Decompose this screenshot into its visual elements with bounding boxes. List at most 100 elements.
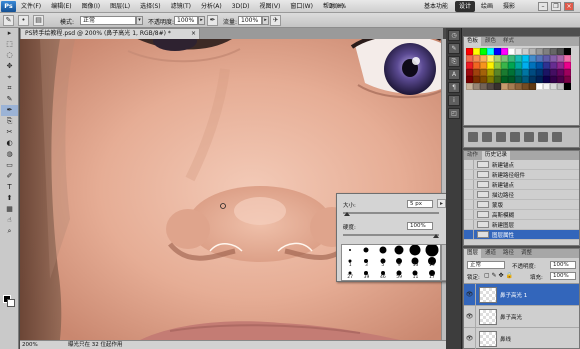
chevron-down-icon[interactable]: ▾ xyxy=(136,16,143,25)
brush-hardness-slider-handle[interactable] xyxy=(433,234,439,238)
brush-preset[interactable]: 59 xyxy=(391,268,407,280)
color-swatch[interactable] xyxy=(487,76,494,83)
color-swatch[interactable] xyxy=(515,83,522,90)
color-swatch[interactable] xyxy=(515,48,522,55)
history-snapshot-toggle[interactable] xyxy=(464,180,474,189)
color-swatch[interactable] xyxy=(473,62,480,69)
paragraph-panel-icon[interactable]: ¶ xyxy=(448,82,460,93)
menu-layer[interactable]: 图层(L) xyxy=(110,1,130,12)
menu-analysis[interactable]: 分析(A) xyxy=(201,1,222,12)
flow-input[interactable]: 100% xyxy=(238,16,262,25)
brush-picker-icon[interactable]: • xyxy=(18,15,29,26)
minimize-icon[interactable]: – xyxy=(538,2,548,11)
color-swatch[interactable] xyxy=(564,76,571,83)
color-swatch[interactable] xyxy=(494,55,501,62)
history-brush-tool-icon[interactable]: ✂ xyxy=(1,127,18,138)
workspace-photo[interactable]: 摄影 xyxy=(499,1,519,12)
history-state[interactable]: 高斯模糊 xyxy=(464,210,579,220)
layer-row[interactable]: 👁 鼻线 xyxy=(464,328,579,349)
brush-preset[interactable] xyxy=(358,245,374,257)
tab-actions[interactable]: 动作 xyxy=(464,151,481,160)
color-swatch[interactable] xyxy=(557,83,564,90)
move-tool-icon[interactable]: ▸ xyxy=(1,28,18,39)
color-swatch[interactable] xyxy=(543,76,550,83)
color-swatch[interactable] xyxy=(508,69,515,76)
color-swatch[interactable] xyxy=(501,62,508,69)
color-swatch[interactable] xyxy=(487,83,494,90)
eyedropper-tool-icon[interactable]: ⌗ xyxy=(1,83,18,94)
color-swatch[interactable] xyxy=(536,69,543,76)
color-swatch[interactable] xyxy=(480,69,487,76)
color-swatch[interactable] xyxy=(564,55,571,62)
brush-size-slider[interactable] xyxy=(343,212,439,214)
hand-tool-icon[interactable]: ☝ xyxy=(1,215,18,226)
opacity-arrow-icon[interactable]: ▸ xyxy=(198,16,205,25)
eraser-tool-icon[interactable]: ◐ xyxy=(1,138,18,149)
layer-opacity-input[interactable]: 100% xyxy=(550,261,576,269)
history-snapshot-toggle[interactable] xyxy=(464,190,474,199)
color-swatch[interactable] xyxy=(466,76,473,83)
color-swatch[interactable] xyxy=(494,83,501,90)
path-selection-tool-icon[interactable]: ⬆ xyxy=(1,193,18,204)
history-state[interactable]: 新建锚点 xyxy=(464,180,579,190)
brush-preset[interactable]: 17 xyxy=(424,268,440,280)
healing-brush-tool-icon[interactable]: ✎ xyxy=(1,94,18,105)
workspace-design[interactable]: 设计 xyxy=(455,1,476,12)
history-state[interactable]: 图层属性 xyxy=(464,230,579,240)
color-swatch[interactable] xyxy=(543,83,550,90)
flow-arrow-icon[interactable]: ▸ xyxy=(262,16,269,25)
brush-preset[interactable]: 46 xyxy=(375,268,391,280)
mode-select[interactable]: 正常 xyxy=(80,16,136,25)
color-swatch[interactable] xyxy=(480,83,487,90)
color-swatch[interactable] xyxy=(494,48,501,55)
tab-layers[interactable]: 图层 xyxy=(464,249,482,258)
tab-adjustments[interactable]: 调整 xyxy=(518,249,535,258)
opacity-input[interactable]: 100% xyxy=(174,16,198,25)
brush-preset[interactable]: 5 xyxy=(375,257,391,268)
tab-paths[interactable]: 路径 xyxy=(500,249,517,258)
visibility-eye-icon[interactable]: 👁 xyxy=(464,328,476,349)
clone-source-icon[interactable]: ⎘ xyxy=(448,56,460,67)
color-swatch[interactable] xyxy=(557,62,564,69)
color-swatch[interactable] xyxy=(508,76,515,83)
brush-tool-icon[interactable]: ✒ xyxy=(1,105,18,116)
color-swatch[interactable] xyxy=(501,76,508,83)
color-swatch[interactable] xyxy=(501,48,508,55)
image-canvas[interactable] xyxy=(20,39,441,340)
color-swatch[interactable] xyxy=(536,55,543,62)
color-swatch[interactable] xyxy=(564,62,571,69)
history-snapshot-toggle[interactable] xyxy=(464,200,474,209)
color-swatch[interactable] xyxy=(550,48,557,55)
restore-icon[interactable]: ❐ xyxy=(551,2,561,11)
brush-preset[interactable]: 11 xyxy=(407,268,423,280)
brush-preset[interactable] xyxy=(342,245,358,257)
pen-tool-icon[interactable]: ✐ xyxy=(1,171,18,182)
close-icon[interactable]: × xyxy=(564,2,574,11)
history-snapshot-toggle[interactable] xyxy=(464,210,474,219)
zoom-tool-icon[interactable]: ⌕ xyxy=(1,226,18,237)
color-swatch[interactable] xyxy=(466,55,473,62)
info-panel-icon[interactable]: i xyxy=(448,95,460,106)
brush-hardness-slider[interactable] xyxy=(343,234,439,236)
color-swatch[interactable] xyxy=(564,83,571,90)
color-swatch[interactable] xyxy=(466,62,473,69)
brush-preset[interactable]: 13 xyxy=(407,257,423,268)
color-swatch[interactable] xyxy=(501,83,508,90)
color-swatch[interactable] xyxy=(480,62,487,69)
history-snapshot-toggle[interactable] xyxy=(464,220,474,229)
color-swatch[interactable] xyxy=(529,48,536,55)
blur-tool-icon[interactable]: ▭ xyxy=(1,160,18,171)
color-swatch[interactable] xyxy=(487,48,494,55)
color-swatch[interactable] xyxy=(473,48,480,55)
layer-row[interactable]: 👁 鼻子高光 1 xyxy=(464,284,579,306)
tab-channels[interactable]: 通道 xyxy=(482,249,499,258)
color-swatch[interactable] xyxy=(529,69,536,76)
color-swatch[interactable] xyxy=(543,69,550,76)
blend-mode-select[interactable]: 正常 xyxy=(467,261,505,269)
crop-tool-icon[interactable]: ⌖ xyxy=(1,72,18,83)
history-state[interactable]: 新建路径组件 xyxy=(464,170,579,180)
history-snapshot-toggle[interactable] xyxy=(464,170,474,179)
history-state[interactable]: 蒙版 xyxy=(464,200,579,210)
tab-styles[interactable]: 样式 xyxy=(500,37,517,46)
lasso-tool-icon[interactable]: ◌ xyxy=(1,50,18,61)
